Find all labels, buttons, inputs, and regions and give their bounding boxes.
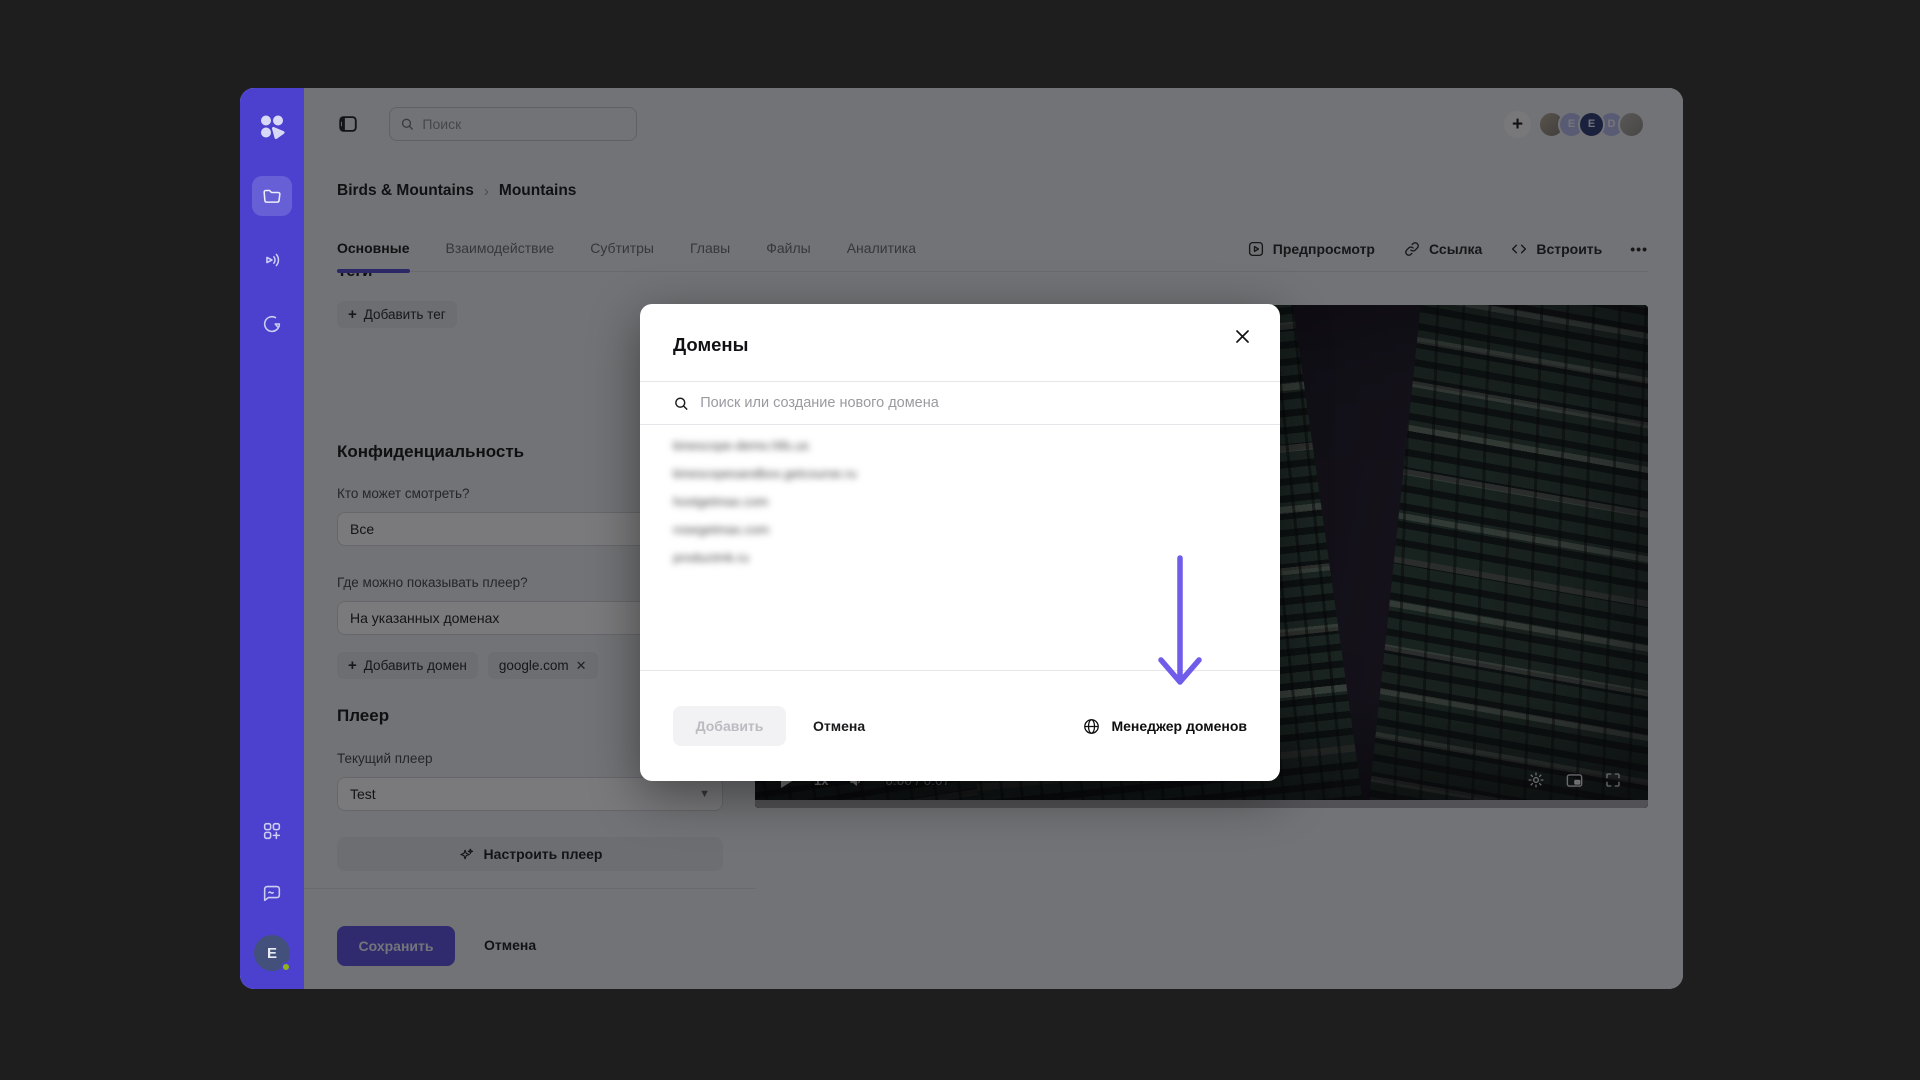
modal-cancel-button[interactable]: Отмена <box>813 707 865 745</box>
user-avatar-initial: E <box>267 945 277 962</box>
divider <box>640 424 1280 425</box>
add-domain-submit-button[interactable]: Добавить <box>673 706 786 746</box>
close-button[interactable] <box>1226 320 1258 352</box>
domain-list-item[interactable]: rosegetmax.com <box>673 522 857 537</box>
kinescope-logo-icon[interactable] <box>255 110 289 144</box>
domain-list-item[interactable]: hostgetmax.com <box>673 494 857 509</box>
modal-footer: Добавить Отмена Менеджер доменов <box>640 670 1280 781</box>
sidebar-item-analytics[interactable] <box>252 304 292 344</box>
domains-modal: Домены kinescope-demo.hlls.us kinescopes… <box>640 304 1280 781</box>
domain-list-item[interactable]: productmk.ru <box>673 550 857 565</box>
sidebar-item-live[interactable] <box>252 240 292 280</box>
sidebar-item-apps[interactable] <box>252 811 292 851</box>
domain-search-input[interactable] <box>700 395 1247 411</box>
modal-search[interactable] <box>673 382 1247 424</box>
modal-title: Домены <box>673 334 748 356</box>
sidebar-item-support-chat[interactable] <box>252 873 292 913</box>
search-icon <box>673 395 689 412</box>
sidebar: E <box>240 88 304 989</box>
online-status-dot <box>281 962 291 972</box>
domain-manager-button[interactable]: Менеджер доменов <box>1082 717 1247 736</box>
globe-icon <box>1082 717 1101 736</box>
user-avatar[interactable]: E <box>254 935 290 971</box>
domain-list-item[interactable]: kinescope-demo.hlls.us <box>673 438 857 453</box>
close-icon <box>1234 328 1251 345</box>
domain-list: kinescope-demo.hlls.us kinescopesandbox.… <box>673 438 857 578</box>
domain-list-item[interactable]: kinescopesandbox.getcourse.ru <box>673 466 857 481</box>
sidebar-item-videos[interactable] <box>252 176 292 216</box>
